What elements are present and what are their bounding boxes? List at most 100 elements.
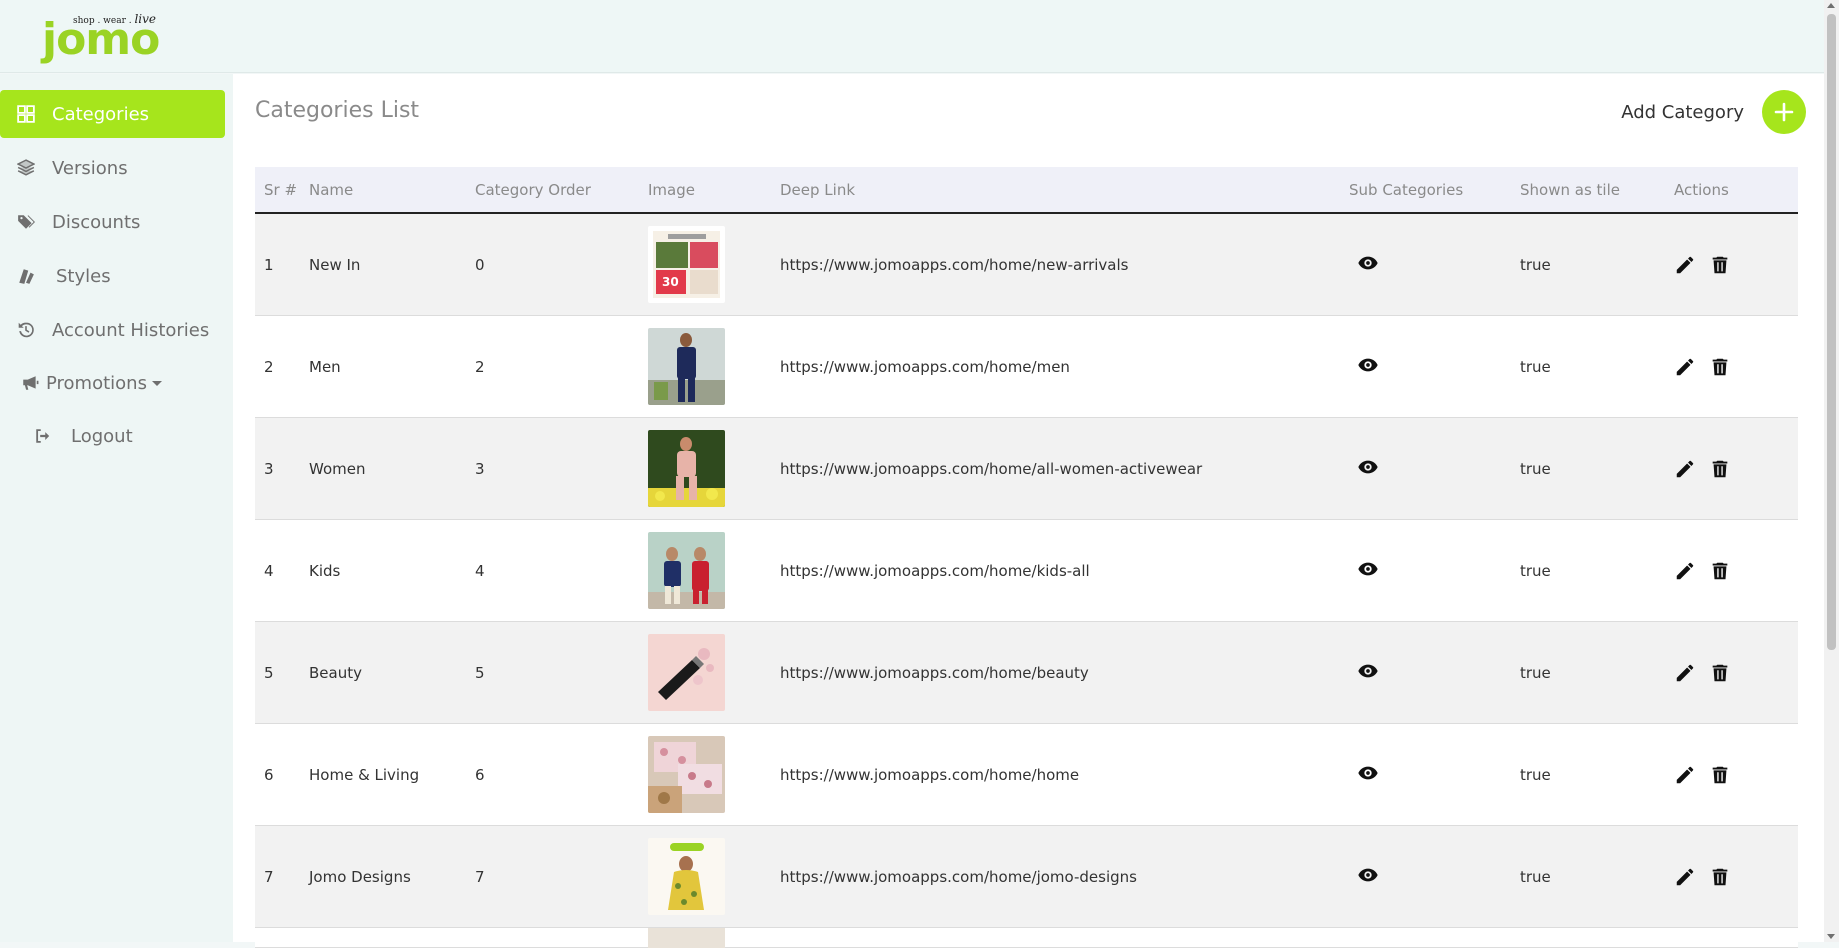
pencil-icon[interactable] xyxy=(1674,764,1696,786)
table-row: 4 Kids 4 https://www.jomoapps.com/home/k… xyxy=(255,520,1798,622)
category-thumbnail xyxy=(648,532,725,609)
cell-shown-as-tile: true xyxy=(1520,255,1551,274)
pencil-icon[interactable] xyxy=(1674,458,1696,480)
sidebar-item-categories[interactable]: Categories xyxy=(0,90,225,138)
pencil-icon[interactable] xyxy=(1674,560,1696,582)
scroll-up-arrow-icon[interactable] xyxy=(1827,3,1835,8)
pencil-icon[interactable] xyxy=(1674,254,1696,276)
trash-icon[interactable] xyxy=(1709,560,1731,582)
cell-sub-categories xyxy=(1349,252,1520,278)
cell-name: Jomo Designs xyxy=(309,867,411,886)
category-thumbnail xyxy=(648,328,725,405)
page-title: Categories List xyxy=(255,98,420,123)
cell-deep-link: https://www.jomoapps.com/home/all-women-… xyxy=(780,459,1203,478)
col-header-sub-categories: Sub Categories xyxy=(1349,180,1464,199)
scroll-down-arrow-icon[interactable] xyxy=(1827,934,1835,939)
eye-icon[interactable] xyxy=(1357,558,1379,580)
cell-name: New In xyxy=(309,255,361,274)
sidebar-item-account-histories[interactable]: Account Histories xyxy=(0,306,225,354)
cell-order: 7 xyxy=(475,867,485,886)
pencil-icon[interactable] xyxy=(1674,662,1696,684)
cell-image xyxy=(648,634,780,711)
cell-order: 4 xyxy=(475,561,485,580)
top-bar: shop . wear . live jomo xyxy=(0,0,1824,73)
chevron-down-icon xyxy=(151,380,162,386)
cell-image xyxy=(648,736,780,813)
cell-image xyxy=(648,838,780,915)
sidebar-item-logout[interactable]: Logout xyxy=(0,412,225,460)
table-row: 3 Women 3 https://www.jomoapps.com/home/… xyxy=(255,418,1798,520)
cell-order: 3 xyxy=(475,459,485,478)
cell-name: Men xyxy=(309,357,341,376)
bullhorn-icon xyxy=(20,373,40,393)
trash-icon[interactable] xyxy=(1709,356,1731,378)
cell-sub-categories xyxy=(1349,762,1520,788)
logo-wordmark: jomo xyxy=(42,14,160,65)
eye-icon[interactable] xyxy=(1357,456,1379,478)
tags-icon xyxy=(16,212,36,232)
table-row: 1 New In 0 30 https://www.jomoapps.com/h… xyxy=(255,214,1798,316)
cell-deep-link: https://www.jomoapps.com/home/kids-all xyxy=(780,561,1090,580)
cell-sr: 7 xyxy=(264,867,274,886)
svg-text:30: 30 xyxy=(662,275,679,289)
cell-sr: 6 xyxy=(264,765,274,784)
sidebar-item-versions[interactable]: Versions xyxy=(0,144,225,192)
category-thumbnail xyxy=(648,838,725,915)
cell-name: Home & Living xyxy=(309,765,420,784)
sidebar-item-label: Promotions xyxy=(46,372,147,394)
cell-image xyxy=(648,927,780,948)
col-header-sr: Sr # xyxy=(264,180,298,199)
eye-icon[interactable] xyxy=(1357,354,1379,376)
scrollbar-thumb[interactable] xyxy=(1827,14,1836,650)
trash-icon[interactable] xyxy=(1709,254,1731,276)
eye-icon[interactable] xyxy=(1357,762,1379,784)
history-icon xyxy=(16,320,36,340)
sidebar: Categories Versions Discounts Styles Acc… xyxy=(0,74,233,942)
vertical-scrollbar[interactable] xyxy=(1824,0,1839,942)
pencil-icon[interactable] xyxy=(1674,866,1696,888)
eye-icon[interactable] xyxy=(1357,864,1379,886)
sidebar-item-label: Styles xyxy=(56,265,111,287)
cell-sr: 1 xyxy=(264,255,274,274)
cell-actions xyxy=(1674,764,1798,786)
trash-icon[interactable] xyxy=(1709,866,1731,888)
cell-order: 2 xyxy=(475,357,485,376)
cell-deep-link: https://www.jomoapps.com/home/home xyxy=(780,765,1080,784)
category-thumbnail xyxy=(648,927,725,948)
grid-icon xyxy=(16,104,36,124)
cell-deep-link: https://www.jomoapps.com/home/beauty xyxy=(780,663,1089,682)
pencil-icon[interactable] xyxy=(1674,356,1696,378)
trash-icon[interactable] xyxy=(1709,764,1731,786)
cell-sub-categories xyxy=(1349,354,1520,380)
sidebar-item-promotions[interactable]: Promotions xyxy=(0,359,225,407)
cell-actions xyxy=(1674,662,1798,684)
trash-icon[interactable] xyxy=(1709,662,1731,684)
table-row: 5 Beauty 5 https://www.jomoapps.com/home… xyxy=(255,622,1798,724)
col-header-actions: Actions xyxy=(1674,180,1729,199)
cell-image xyxy=(648,532,780,609)
category-thumbnail: 30 xyxy=(648,226,725,303)
cell-name: Kids xyxy=(309,561,341,580)
sidebar-item-styles[interactable]: Styles xyxy=(0,252,225,300)
add-category-button[interactable] xyxy=(1762,90,1806,134)
sidebar-item-label: Versions xyxy=(52,157,128,179)
swatch-book-icon xyxy=(16,266,36,286)
eye-icon[interactable] xyxy=(1357,252,1379,274)
sidebar-item-label: Categories xyxy=(52,103,150,125)
cell-sub-categories xyxy=(1349,864,1520,890)
add-category-label[interactable]: Add Category xyxy=(1621,102,1744,123)
trash-icon[interactable] xyxy=(1709,458,1731,480)
sidebar-item-discounts[interactable]: Discounts xyxy=(0,198,225,246)
cell-shown-as-tile: true xyxy=(1520,867,1551,886)
cell-order: 5 xyxy=(475,663,485,682)
cell-image: 30 xyxy=(648,226,780,303)
main-content: Categories List Add Category Sr # Name C… xyxy=(233,74,1824,948)
cell-actions xyxy=(1674,356,1798,378)
jomo-logo[interactable]: shop . wear . live jomo xyxy=(42,8,172,64)
eye-icon[interactable] xyxy=(1357,660,1379,682)
cell-name: Beauty xyxy=(309,663,362,682)
col-header-shown-as-tile: Shown as tile xyxy=(1520,180,1620,199)
sidebar-item-label: Discounts xyxy=(52,211,141,233)
plus-icon xyxy=(1774,102,1794,122)
add-category-area: Add Category xyxy=(1621,90,1806,134)
